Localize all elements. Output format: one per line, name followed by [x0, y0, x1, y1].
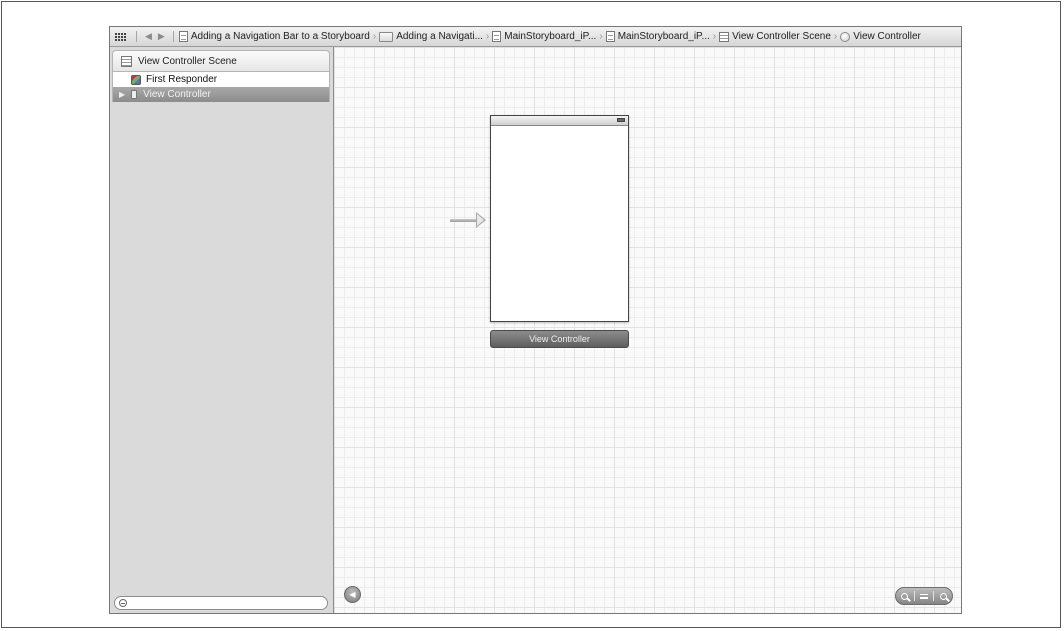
- jump-bar-item-project[interactable]: Adding a Navigation Bar to a Storyboard: [178, 31, 370, 42]
- jump-bar-item-storyboard[interactable]: MainStoryboard_iP...: [492, 31, 596, 42]
- forward-arrow-icon[interactable]: ▶: [158, 31, 165, 42]
- initial-scene-arrow-head-icon: [476, 212, 486, 228]
- jump-bar-divider: [172, 31, 174, 42]
- jump-bar-item-label: Adding a Navigation Bar to a Storyboard: [190, 31, 370, 42]
- view-controller-icon: [840, 31, 851, 42]
- jump-bar-item-label: View Controller: [853, 31, 921, 42]
- jump-bar-item-label: MainStoryboard_iP...: [617, 31, 710, 42]
- scene-dock-label: View Controller: [529, 334, 590, 344]
- scene-title: View Controller Scene: [138, 55, 237, 67]
- initial-scene-arrow: [450, 219, 477, 222]
- zoom-divider: [933, 591, 935, 601]
- zoom-divider: [913, 591, 915, 601]
- jump-bar-item-group[interactable]: Adding a Navigati...: [379, 31, 483, 42]
- chevron-right-icon: ›: [372, 31, 377, 42]
- outline-item-first-responder[interactable]: First Responder: [113, 72, 329, 87]
- jump-bar-item-label: View Controller Scene: [732, 31, 831, 42]
- outline-filter-field[interactable]: [114, 596, 328, 610]
- jump-bar-item-scene[interactable]: View Controller Scene: [719, 31, 831, 42]
- xcode-storyboard-editor: ◀ ▶ Adding a Navigation Bar to a Storybo…: [109, 26, 962, 614]
- outline-item-view-controller[interactable]: ▶ View Controller: [113, 87, 329, 102]
- outline-item-label: First Responder: [146, 74, 218, 85]
- jump-bar-item-storyboard-2[interactable]: MainStoryboard_iP...: [605, 31, 710, 42]
- first-responder-cube-icon: [131, 74, 141, 85]
- jump-bar-item-label: MainStoryboard_iP...: [504, 31, 597, 42]
- chevron-right-icon: ›: [833, 31, 838, 42]
- show-outline-button[interactable]: ◀: [344, 586, 361, 603]
- related-files-grid-icon[interactable]: [115, 32, 127, 42]
- document-outline: View Controller Scene First Responder ▶ …: [110, 47, 334, 613]
- outline-filter-input[interactable]: [131, 598, 321, 608]
- triangle-left-icon: ◀: [349, 589, 356, 599]
- scene-icon: [719, 31, 730, 42]
- zoom-in-button[interactable]: [937, 592, 951, 600]
- back-arrow-icon[interactable]: ◀: [145, 31, 152, 42]
- chevron-right-icon: ›: [599, 31, 603, 42]
- scene-icon: [121, 55, 132, 67]
- storyboard-canvas[interactable]: View Controller ◀: [334, 47, 961, 613]
- disclosure-triangle-icon[interactable]: ▶: [119, 90, 125, 99]
- project-document-icon: [178, 31, 188, 42]
- view-controller-icon: [131, 90, 138, 99]
- zoom-out-icon: [900, 592, 908, 600]
- jump-bar: ◀ ▶ Adding a Navigation Bar to a Storybo…: [110, 27, 961, 47]
- status-bar: [491, 116, 628, 126]
- zoom-out-button[interactable]: [897, 592, 911, 600]
- screenshot-frame: ◀ ▶ Adding a Navigation Bar to a Storybo…: [1, 1, 1061, 628]
- folder-icon: [379, 31, 394, 42]
- storyboard-file-icon: [492, 31, 502, 42]
- jump-bar-item-label: Adding a Navigati...: [396, 31, 483, 42]
- outline-tree: First Responder ▶ View Controller: [112, 72, 330, 102]
- scene-dock[interactable]: View Controller: [490, 330, 629, 348]
- jump-bar-divider: [136, 31, 137, 42]
- zoom-actual-size-button[interactable]: [917, 593, 931, 599]
- chevron-right-icon: ›: [485, 31, 490, 42]
- scene-header[interactable]: View Controller Scene: [112, 50, 330, 72]
- zoom-in-icon: [940, 592, 948, 600]
- storyboard-file-icon: [605, 31, 615, 42]
- view-controller-scene[interactable]: [490, 115, 629, 322]
- chevron-right-icon: ›: [712, 31, 717, 42]
- jump-bar-item-view-controller[interactable]: View Controller: [840, 31, 921, 42]
- outline-item-label: View Controller: [143, 89, 211, 100]
- zoom-controls: [895, 587, 953, 605]
- battery-icon: [617, 118, 625, 122]
- equals-icon: [919, 593, 928, 599]
- filter-icon: [119, 599, 127, 607]
